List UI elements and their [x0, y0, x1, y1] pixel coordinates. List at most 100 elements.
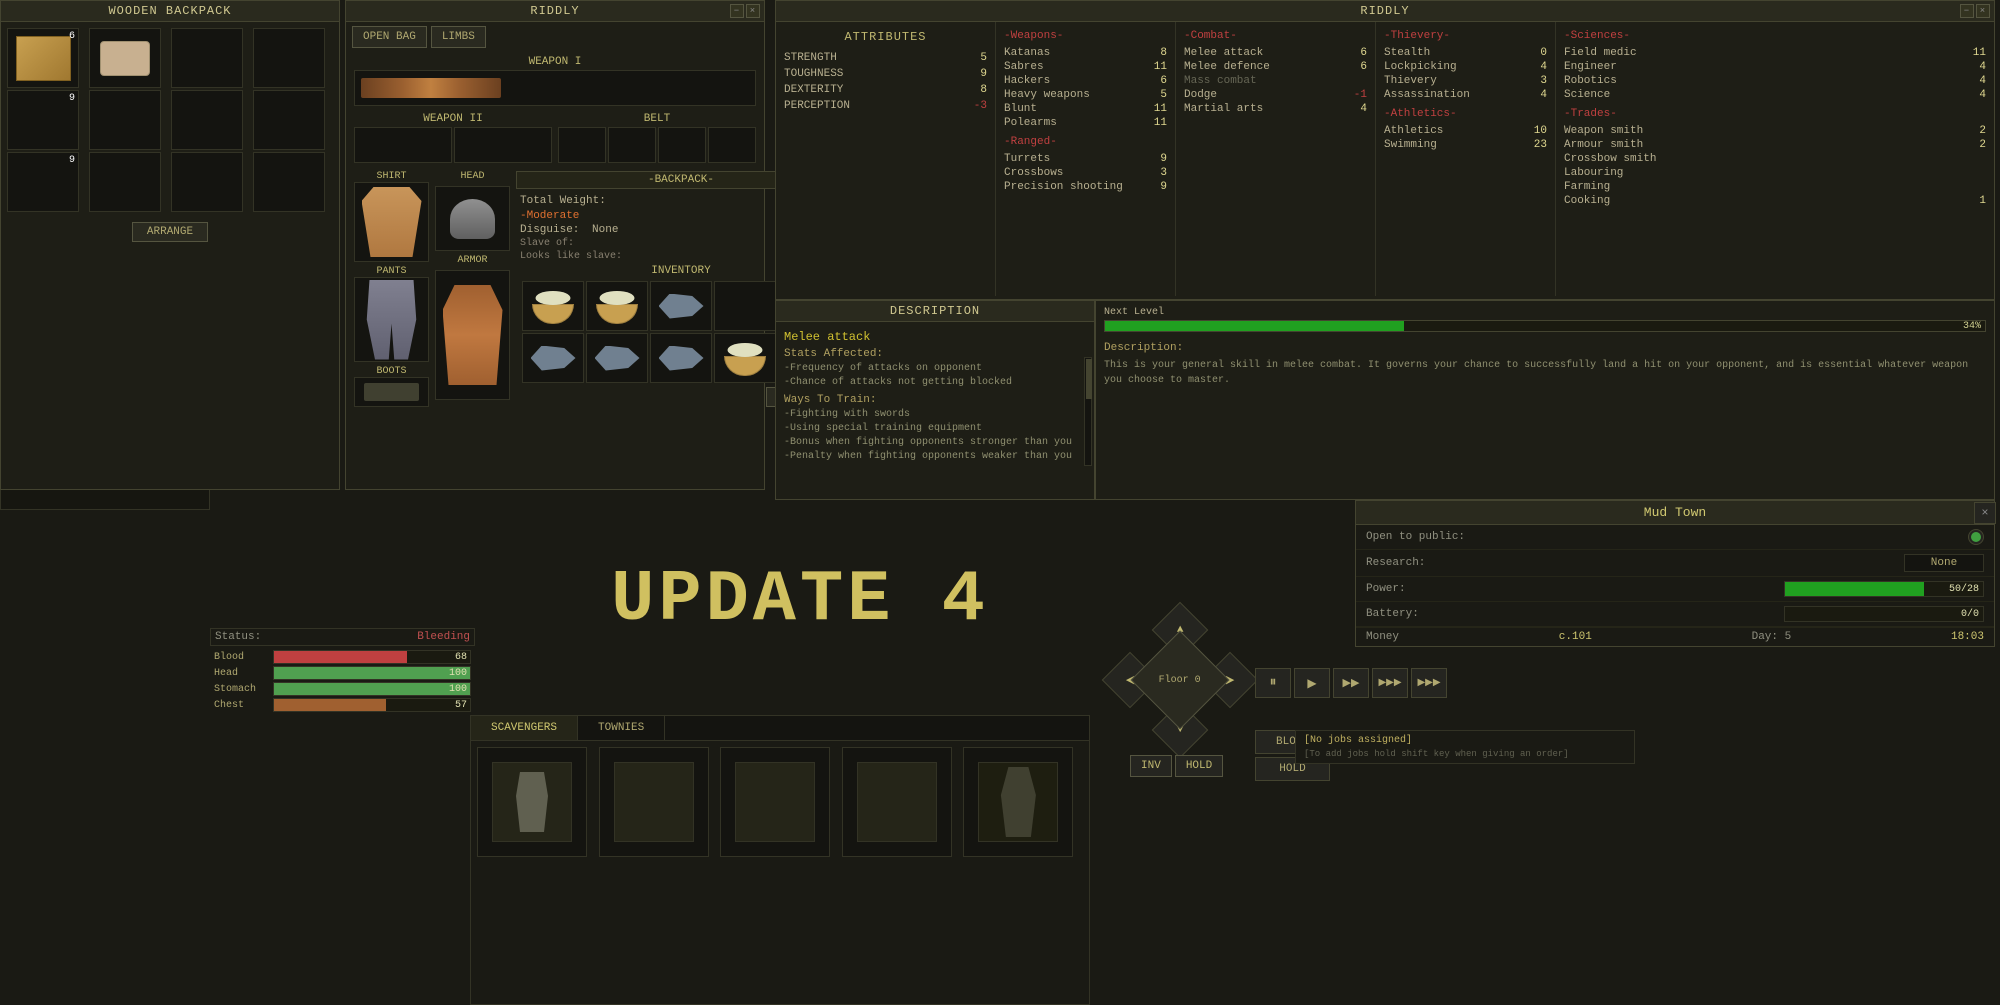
skill-sabres: Sabres 11: [1004, 60, 1167, 74]
science-value: 4: [1979, 89, 1986, 101]
skill-farming: Farming: [1564, 180, 1986, 194]
backpack-cell-9[interactable]: 9: [7, 152, 79, 212]
weapon2-slot-1[interactable]: [354, 127, 452, 163]
belt-slot-3[interactable]: [658, 127, 706, 163]
pants-slot[interactable]: [354, 277, 429, 362]
belt-slot-2[interactable]: [608, 127, 656, 163]
blood-bar-row: Blood 68: [210, 649, 475, 665]
backpack-cell-7[interactable]: [171, 90, 243, 150]
skill-progress-fill: [1105, 321, 1404, 331]
faction-portrait-1[interactable]: [477, 747, 587, 857]
skill-crossbow-smith: Crossbow smith: [1564, 152, 1986, 166]
blood-fill: [274, 651, 407, 663]
riddly-minimize-btn[interactable]: −: [730, 4, 744, 18]
shirt-slot[interactable]: [354, 182, 429, 262]
inv-button[interactable]: INV: [1130, 755, 1172, 777]
boots-slot[interactable]: [354, 377, 429, 407]
backpack-arrange-button[interactable]: ARRANGE: [132, 222, 208, 242]
backpack-cell-6[interactable]: [89, 90, 161, 150]
armor-slot[interactable]: [435, 270, 510, 400]
blunt-value: 11: [1154, 103, 1167, 115]
toggle-indicator: [1971, 532, 1981, 542]
inv-cell-7[interactable]: [586, 333, 648, 383]
food-bowl-1: [528, 289, 578, 324]
chest-bar: 57: [273, 698, 471, 712]
perception-value: -3: [974, 100, 987, 112]
attr-minimize-btn[interactable]: −: [1960, 4, 1974, 18]
belt-slot-4[interactable]: [708, 127, 756, 163]
weapon1-label: WEAPON I: [354, 56, 756, 68]
research-value[interactable]: None: [1904, 554, 1984, 572]
pause-btn[interactable]: ⏸: [1255, 668, 1291, 698]
faction-portrait-2[interactable]: [599, 747, 709, 857]
faction-portrait-5[interactable]: [963, 747, 1073, 857]
backpack-cell-1[interactable]: 6: [7, 28, 79, 88]
skill-melee-defence: Melee defence 6: [1184, 60, 1367, 74]
way3-text: -Bonus when fighting opponents stronger …: [784, 436, 1086, 450]
weapon1-item: [361, 78, 501, 98]
hold-button[interactable]: HOLD: [1175, 755, 1223, 777]
skill-katanas: Katanas 8: [1004, 46, 1167, 60]
inv-cell-1[interactable]: [522, 281, 584, 331]
tab-townies[interactable]: TOWNIES: [578, 716, 665, 740]
backpack-cell-5[interactable]: 9: [7, 90, 79, 150]
faction-portrait-4[interactable]: [842, 747, 952, 857]
open-bag-button[interactable]: OPEN BAG: [352, 26, 427, 48]
backpack-cell-3[interactable]: [171, 28, 243, 88]
fish-1: [659, 294, 704, 319]
backpack-cell-8[interactable]: [253, 90, 325, 150]
swimming-label: Swimming: [1384, 139, 1437, 151]
health-section: Status: Bleeding Blood 68 Head 100 Stoma…: [210, 628, 475, 713]
weapon1-slot[interactable]: [354, 70, 756, 106]
skill-swimming: Swimming 23: [1384, 138, 1547, 152]
fast-fwd-btn[interactable]: ▶▶: [1333, 668, 1369, 698]
item-count-9: 9: [69, 155, 75, 166]
tab-scavengers[interactable]: SCAVENGERS: [471, 716, 578, 740]
athletics-title: -Athletics-: [1384, 108, 1547, 120]
head-slot[interactable]: [435, 186, 510, 251]
shirt-item: [362, 187, 422, 257]
dexterity-value: 8: [980, 84, 987, 96]
faction-portrait-inner-2: [614, 762, 694, 842]
weapon-smith-value: 2: [1979, 125, 1986, 137]
attr-row-perception: PERCEPTION -3: [784, 98, 987, 114]
head-bar: 100: [273, 666, 471, 680]
way4-text: -Penalty when fighting opponents weaker …: [784, 450, 1086, 464]
inv-cell-4[interactable]: [714, 281, 776, 331]
backpack-cell-12[interactable]: [253, 152, 325, 212]
inv-cell-8[interactable]: [650, 333, 712, 383]
attr-close-btn[interactable]: ×: [1976, 4, 1990, 18]
inv-cell-3[interactable]: [650, 281, 712, 331]
desc-scrollbar[interactable]: [1084, 357, 1092, 466]
inv-cell-9[interactable]: [714, 333, 776, 383]
town-panel-close-btn[interactable]: ×: [1974, 502, 1996, 524]
fish-2: [531, 346, 576, 371]
ways-label: Ways To Train:: [784, 394, 1086, 406]
nav-controls: Floor 0 ▲ ▼ ◀ ▶: [1100, 600, 1260, 760]
limbs-button[interactable]: LIMBS: [431, 26, 486, 48]
time-value: 18:03: [1951, 631, 1984, 643]
backpack-cell-2[interactable]: [89, 28, 161, 88]
status-label: Status:: [215, 631, 261, 643]
extra-fwd-btn[interactable]: ▶▶▶: [1411, 668, 1447, 698]
thievery-value: 3: [1540, 75, 1547, 87]
close-icon: ×: [1981, 506, 1988, 520]
backpack-cell-10[interactable]: [89, 152, 161, 212]
inv-cell-6[interactable]: [522, 333, 584, 383]
inv-cell-2[interactable]: [586, 281, 648, 331]
faster-fwd-btn[interactable]: ▶▶▶: [1372, 668, 1408, 698]
faction-portrait-3[interactable]: [720, 747, 830, 857]
belt-slot-1[interactable]: [558, 127, 606, 163]
backpack-cell-4[interactable]: [253, 28, 325, 88]
dexterity-label: DEXTERITY: [784, 84, 843, 96]
skill-melee-attack: Melee attack 6: [1184, 46, 1367, 60]
open-toggle[interactable]: [1968, 529, 1984, 545]
riddly-equip-header: RIDDLY − ×: [346, 1, 764, 22]
play-btn[interactable]: ▶: [1294, 668, 1330, 698]
chest-value: 57: [455, 699, 467, 713]
swimming-value: 23: [1534, 139, 1547, 151]
weapon2-slot-2[interactable]: [454, 127, 552, 163]
backpack-cell-11[interactable]: [171, 152, 243, 212]
riddly-close-btn[interactable]: ×: [746, 4, 760, 18]
battery-row: Battery: 0/0: [1356, 602, 1994, 627]
